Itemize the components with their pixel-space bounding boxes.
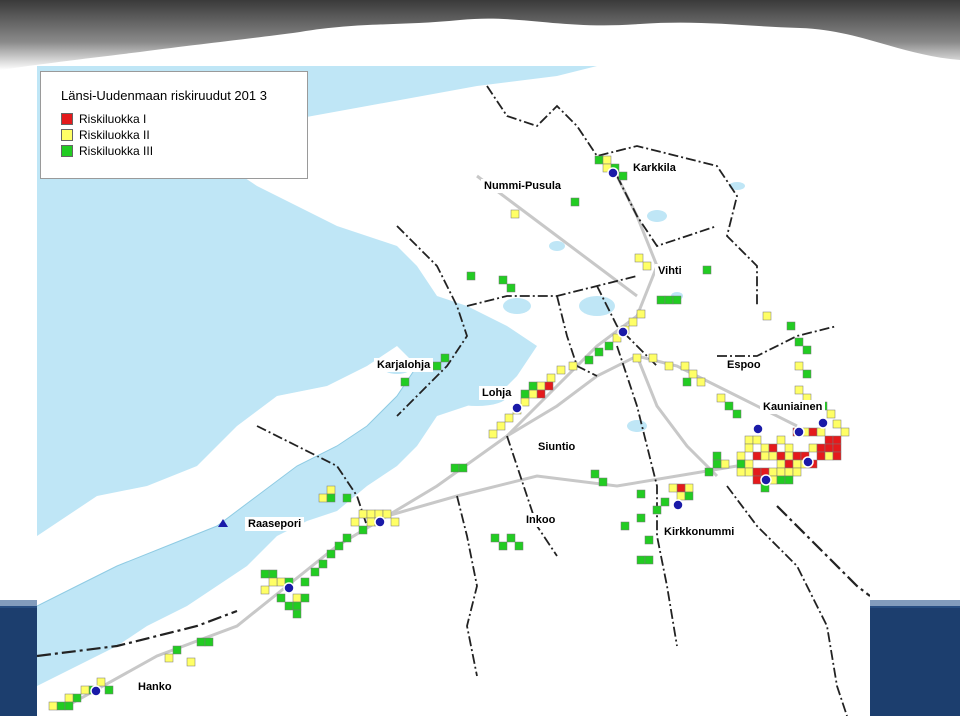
green-swatch-icon <box>61 145 73 157</box>
legend-item-riskiluokka-i: Riskiluokka I <box>61 112 146 126</box>
place-label-kauniainen: Kauniainen <box>760 400 826 414</box>
place-label-nummi-pusula: Nummi-Pusula <box>481 179 565 193</box>
place-label-siuntio: Siuntio <box>535 440 579 454</box>
legend-label: Riskiluokka II <box>79 128 150 142</box>
place-label-lohja: Lohja <box>479 386 515 400</box>
red-swatch-icon <box>61 113 73 125</box>
place-label-raasepori: Raasepori <box>245 517 305 531</box>
place-label-hanko: Hanko <box>135 680 175 694</box>
place-label-vihti: Vihti <box>655 264 685 278</box>
yellow-swatch-icon <box>61 129 73 141</box>
legend-item-riskiluokka-iii: Riskiluokka III <box>61 144 153 158</box>
legend-item-riskiluokka-ii: Riskiluokka II <box>61 128 150 142</box>
place-label-espoo: Espoo <box>724 358 764 372</box>
place-label-karjalohja: Karjalohja <box>374 358 434 372</box>
legend-label: Riskiluokka I <box>79 112 147 126</box>
map-title: Länsi-Uudenmaan riskiruudut 201 3 <box>61 88 267 103</box>
legend-label: Riskiluokka III <box>79 144 154 158</box>
map-legend: Länsi-Uudenmaan riskiruudut 201 3 Riskil… <box>40 71 308 179</box>
place-label-karkkila: Karkkila <box>630 161 679 175</box>
place-label-kirkkonummi: Kirkkonummi <box>661 525 738 539</box>
place-label-inkoo: Inkoo <box>523 513 559 527</box>
